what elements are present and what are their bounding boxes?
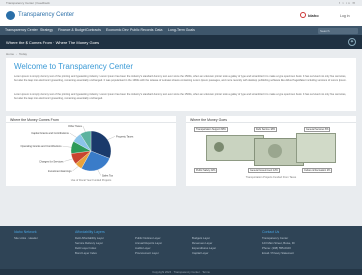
footer-link[interactable]: Expenditures Layer <box>192 246 216 250</box>
footer-link[interactable]: Public Notices Layer <box>135 236 161 240</box>
pie-slice-label: Investment Earnings <box>48 169 72 173</box>
footer-contact-line[interactable]: Email / Privacy Statement <box>262 251 294 255</box>
login-link[interactable]: Log in <box>340 14 350 18</box>
nav-item-finance[interactable]: Finance & Budget <box>58 28 86 32</box>
footer-col2-title: Affordability Layers <box>75 230 105 234</box>
breadcrumb-current: Today <box>19 52 28 56</box>
footer-link[interactable]: Bond Layer Index <box>75 251 97 255</box>
revenue-pie-chart: Property Taxes Sales Tax Investment Earnin… <box>21 124 134 177</box>
footer-link[interactable]: Debt Layer Index <box>75 246 96 250</box>
pie-leader-line <box>97 169 101 176</box>
nav-item-data[interactable]: Data <box>155 28 162 32</box>
search-input[interactable]: Search <box>318 27 358 34</box>
money-label-bottom-0: Public Safety 22% <box>194 168 218 173</box>
site-title[interactable]: Transparency Center <box>18 12 74 18</box>
footer-link[interactable]: Revenues Layer <box>192 241 212 245</box>
footer-col1-title: Idaho Network <box>14 230 37 234</box>
utility-links[interactable]: Transparency Center | Feedback <box>6 1 50 5</box>
intro-paragraph-1: Lorem ipsum is simply dummy text of the … <box>14 75 347 82</box>
money-goes-panel: Where the Money Goes Transportation Supp… <box>186 116 356 186</box>
footer-link[interactable]: Service Delivery Layer <box>75 241 103 245</box>
pie-leader-line <box>64 158 73 162</box>
footer-link[interactable]: Audits Layer <box>135 246 151 250</box>
money-graphic <box>206 130 336 170</box>
welcome-section: Welcome to Transparency Center Lorem ips… <box>6 58 356 111</box>
pie-leader-line <box>72 166 79 172</box>
pie-leader-line <box>82 125 86 132</box>
partner-logo-text: Idaho <box>308 13 319 18</box>
pie-slice-label: Capital Grants and Contributions <box>31 131 69 135</box>
panel-title-right: Where the Money Goes <box>190 117 227 122</box>
page-banner: Where the $ Comes From · Where The Money… <box>0 35 362 49</box>
footer-link[interactable]: Budgets Layer <box>192 236 210 240</box>
panel-title-left: Where the Money Comes From <box>10 117 59 122</box>
money-label-bottom-2: Culture & Recreation 2% <box>302 168 333 173</box>
footer-contact-title: Contact Us <box>262 230 280 234</box>
partner-logo-icon <box>300 12 306 18</box>
money-label-top-1: Debt Service 18% <box>254 127 278 132</box>
footer-contact-line: 123 Main Street, Boise, ID <box>262 241 295 245</box>
pie-slice-label: Sales Tax <box>102 173 114 177</box>
footer-contact-line: Transparency Center <box>262 236 289 240</box>
badge-icon[interactable]: ✦ <box>348 38 356 46</box>
nav-item-economic[interactable]: Economic Dev <box>106 28 129 32</box>
breadcrumb: Home › Today <box>6 52 28 56</box>
nav-item-records[interactable]: Public Records <box>130 28 154 32</box>
nav-item-home[interactable]: Transparency Center <box>5 28 38 32</box>
banner-title: Where the $ Comes From · Where The Money… <box>6 40 100 45</box>
money-label-top-0: Transportation Support 38% <box>194 127 228 132</box>
copyright-text: Copyright 2024 · Transparency Center · T… <box>152 270 210 274</box>
page-title: Welcome to Transparency Center <box>14 62 134 71</box>
main-nav: Transparency Center Strategy Finance & B… <box>0 26 362 35</box>
footer-contact-line: Phone: (208) 555-0100 <box>262 246 291 250</box>
nav-item-goals[interactable]: Long-Term Goals <box>168 28 195 32</box>
money-label-bottom-1: General Government 12% <box>248 168 280 173</box>
money-caption: Transportation Projects Funded From Taxe… <box>245 176 297 179</box>
nav-item-strategy[interactable]: Strategy <box>40 28 53 32</box>
pie-leader-line <box>69 133 77 138</box>
footer-link[interactable]: Procurement Layer <box>135 251 159 255</box>
money-label-top-2: General Services 8% <box>304 127 331 132</box>
nav-item-contracts[interactable]: Contracts <box>86 28 101 32</box>
footer-link[interactable]: Debt Affordability Layer <box>75 236 104 240</box>
breadcrumb-home[interactable]: Home <box>6 52 14 56</box>
pie-slice-label: Operating Grants and Contributions <box>21 144 63 148</box>
footer-link[interactable]: Capital Layer <box>192 251 208 255</box>
footer-col1-link[interactable]: Site Links · Header <box>14 236 38 240</box>
copyright-bar: Copyright 2024 · Transparency Center · T… <box>0 269 362 275</box>
pie-slice-label: Other Taxes <box>68 124 83 128</box>
site-logo-icon[interactable] <box>6 11 15 20</box>
money-comes-from-panel: Where the Money Comes From Property Taxe… <box>6 116 176 186</box>
site-header: Transparency Center Idaho Log in <box>0 6 362 26</box>
pie-slice-label: Property Taxes <box>116 134 134 138</box>
pie-caption: Use of Fiscal Year Funded Projects <box>70 179 112 182</box>
intro-paragraph-2: Lorem ipsum is simply dummy text of the … <box>14 93 347 100</box>
pie-leader-line <box>62 145 72 148</box>
footer-link[interactable]: Annual Reports Layer <box>135 241 162 245</box>
pie-leader-line <box>107 136 116 140</box>
social-icons[interactable]: f t in ✉ <box>339 1 356 5</box>
site-footer: Idaho Network Site Links · Header Afford… <box>0 226 362 269</box>
pie-slice-label: Charges for Services <box>39 159 64 163</box>
